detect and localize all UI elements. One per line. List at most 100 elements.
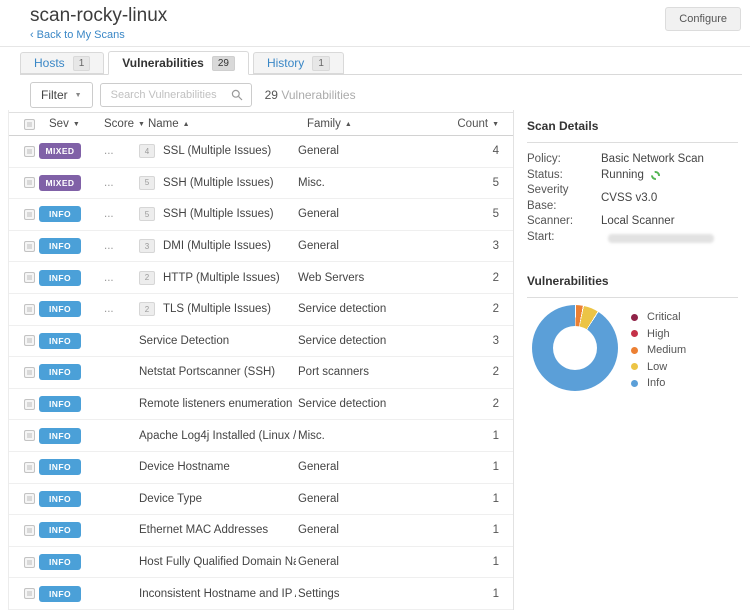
row-checkbox[interactable] bbox=[24, 304, 35, 315]
table-row[interactable]: INFO ... 5 SSH (Multiple Issues) General… bbox=[9, 199, 513, 231]
score-value: ... bbox=[104, 240, 114, 252]
table-row[interactable]: INFO ... 3 DMI (Multiple Issues) General… bbox=[9, 231, 513, 263]
count-value: 1 bbox=[426, 524, 513, 536]
vulnerability-name[interactable]: HTTP (Multiple Issues) bbox=[163, 272, 280, 284]
detail-label: Policy: bbox=[527, 152, 601, 168]
row-checkbox[interactable] bbox=[24, 367, 35, 378]
vulnerability-name[interactable]: SSH (Multiple Issues) bbox=[163, 177, 274, 189]
severity-badge: INFO bbox=[39, 522, 81, 538]
vuln-table-body: MIXED ... 4 SSL (Multiple Issues) Genera… bbox=[9, 136, 513, 610]
vulnerability-name[interactable]: Apache Log4j Installed (Linux / U… bbox=[139, 430, 296, 442]
detail-value: Basic Network Scan bbox=[601, 152, 704, 168]
table-row[interactable]: MIXED ... 5 SSH (Multiple Issues) Misc. … bbox=[9, 168, 513, 200]
legend-label: Critical bbox=[647, 311, 681, 323]
table-row[interactable]: INFO ... 2 TLS (Multiple Issues) Service… bbox=[9, 294, 513, 326]
vulnerability-name[interactable]: DMI (Multiple Issues) bbox=[163, 240, 271, 252]
row-checkbox[interactable] bbox=[24, 588, 35, 599]
vulnerability-name[interactable]: SSL (Multiple Issues) bbox=[163, 145, 271, 157]
table-row[interactable]: INFO Netstat Portscanner (SSH) Port scan… bbox=[9, 357, 513, 389]
table-row[interactable]: INFO Device Hostname General 1 bbox=[9, 452, 513, 484]
row-checkbox[interactable] bbox=[24, 209, 35, 220]
vulnerability-name[interactable]: SSH (Multiple Issues) bbox=[163, 208, 274, 220]
tab-vulnerabilities[interactable]: Vulnerabilities 29 bbox=[108, 51, 249, 75]
row-checkbox[interactable] bbox=[24, 399, 35, 410]
select-all-checkbox[interactable] bbox=[24, 119, 35, 130]
legend-item: Medium bbox=[631, 342, 686, 359]
tab-count-badge: 1 bbox=[312, 56, 330, 71]
table-row[interactable]: INFO Host Fully Qualified Domain Nam… Ge… bbox=[9, 547, 513, 579]
vulnerability-name[interactable]: Host Fully Qualified Domain Nam… bbox=[139, 556, 296, 568]
scan-detail-row: Start: bbox=[527, 230, 738, 246]
tab-label: History bbox=[267, 56, 304, 70]
filter-bar: Filter ▼ 29 Vulnerabilities bbox=[30, 82, 356, 108]
back-to-my-scans-link[interactable]: ‹Back to My Scans bbox=[30, 29, 125, 41]
search-box[interactable] bbox=[100, 83, 252, 107]
severity-badge: MIXED bbox=[39, 175, 81, 191]
family-value: Misc. bbox=[298, 430, 325, 442]
tab-hosts[interactable]: Hosts 1 bbox=[20, 52, 104, 74]
vulnerability-name[interactable]: Ethernet MAC Addresses bbox=[139, 524, 268, 536]
column-header-count[interactable]: Count▼ bbox=[435, 118, 513, 130]
count-value: 5 bbox=[426, 208, 513, 220]
detail-value: Running bbox=[601, 168, 660, 184]
configure-button[interactable]: Configure bbox=[665, 7, 741, 31]
count-value: 3 bbox=[426, 240, 513, 252]
search-input[interactable] bbox=[109, 88, 231, 102]
vulnerability-name[interactable]: Inconsistent Hostname and IP Ad… bbox=[139, 588, 296, 600]
column-header-score[interactable]: Score▼ bbox=[96, 118, 145, 130]
vulnerability-count-text: 29 Vulnerabilities bbox=[265, 88, 356, 102]
family-value: General bbox=[298, 556, 339, 568]
row-checkbox[interactable] bbox=[24, 430, 35, 441]
table-row[interactable]: INFO ... 2 HTTP (Multiple Issues) Web Se… bbox=[9, 262, 513, 294]
tabs: Hosts 1 Vulnerabilities 29 History 1 bbox=[20, 52, 742, 75]
table-row[interactable]: INFO Service Detection Service detection… bbox=[9, 326, 513, 358]
table-row[interactable]: MIXED ... 4 SSL (Multiple Issues) Genera… bbox=[9, 136, 513, 168]
column-header-sev[interactable]: Sev▼ bbox=[39, 118, 96, 130]
column-header-family[interactable]: Family▲ bbox=[305, 118, 435, 130]
row-checkbox[interactable] bbox=[24, 335, 35, 346]
vulnerability-name[interactable]: Remote listeners enumeration (Li… bbox=[139, 398, 296, 410]
row-checkbox[interactable] bbox=[24, 493, 35, 504]
grouped-plugins-icon: 3 bbox=[139, 239, 155, 253]
row-checkbox[interactable] bbox=[24, 241, 35, 252]
filter-button[interactable]: Filter ▼ bbox=[30, 82, 93, 108]
family-value: General bbox=[298, 240, 339, 252]
row-checkbox[interactable] bbox=[24, 272, 35, 283]
severity-badge: MIXED bbox=[39, 143, 81, 159]
row-checkbox[interactable] bbox=[24, 146, 35, 157]
detail-value: Local Scanner bbox=[601, 214, 675, 230]
column-header-name[interactable]: Name▲ bbox=[145, 118, 305, 130]
severity-badge: INFO bbox=[39, 459, 81, 475]
tab-count-badge: 1 bbox=[73, 56, 91, 71]
family-value: Settings bbox=[298, 588, 340, 600]
vulnerability-name[interactable]: Netstat Portscanner (SSH) bbox=[139, 366, 275, 378]
table-row[interactable]: INFO Device Type General 1 bbox=[9, 484, 513, 516]
table-row[interactable]: INFO Remote listeners enumeration (Li… S… bbox=[9, 389, 513, 421]
vulnerability-name[interactable]: Device Hostname bbox=[139, 461, 230, 473]
count-value: 1 bbox=[426, 461, 513, 473]
detail-label: Start: bbox=[527, 230, 601, 246]
row-checkbox[interactable] bbox=[24, 462, 35, 473]
grouped-plugins-icon: 2 bbox=[139, 271, 155, 285]
count-value: 1 bbox=[426, 430, 513, 442]
severity-badge: INFO bbox=[39, 396, 81, 412]
scan-detail-row: Scanner: Local Scanner bbox=[527, 214, 738, 230]
page-title: scan-rocky-linux bbox=[30, 5, 167, 27]
table-row[interactable]: INFO Apache Log4j Installed (Linux / U… … bbox=[9, 420, 513, 452]
row-checkbox[interactable] bbox=[24, 557, 35, 568]
table-row[interactable]: INFO Inconsistent Hostname and IP Ad… Se… bbox=[9, 578, 513, 610]
table-row[interactable]: INFO Ethernet MAC Addresses General 1 bbox=[9, 515, 513, 547]
vulnerability-name[interactable]: Service Detection bbox=[139, 335, 229, 347]
row-checkbox[interactable] bbox=[24, 525, 35, 536]
legend-dot-icon bbox=[631, 363, 638, 370]
row-checkbox[interactable] bbox=[24, 177, 35, 188]
severity-badge: INFO bbox=[39, 554, 81, 570]
severity-badge: INFO bbox=[39, 364, 81, 380]
tab-history[interactable]: History 1 bbox=[253, 52, 344, 74]
redacted-value bbox=[608, 234, 714, 243]
vulnerability-name[interactable]: Device Type bbox=[139, 493, 202, 505]
vulnerability-name[interactable]: TLS (Multiple Issues) bbox=[163, 303, 271, 315]
vuln-table-header: Sev▼ Score▼ Name▲ Family▲ Count▼ bbox=[9, 112, 513, 136]
severity-badge: INFO bbox=[39, 238, 81, 254]
legend-item: Low bbox=[631, 359, 686, 376]
